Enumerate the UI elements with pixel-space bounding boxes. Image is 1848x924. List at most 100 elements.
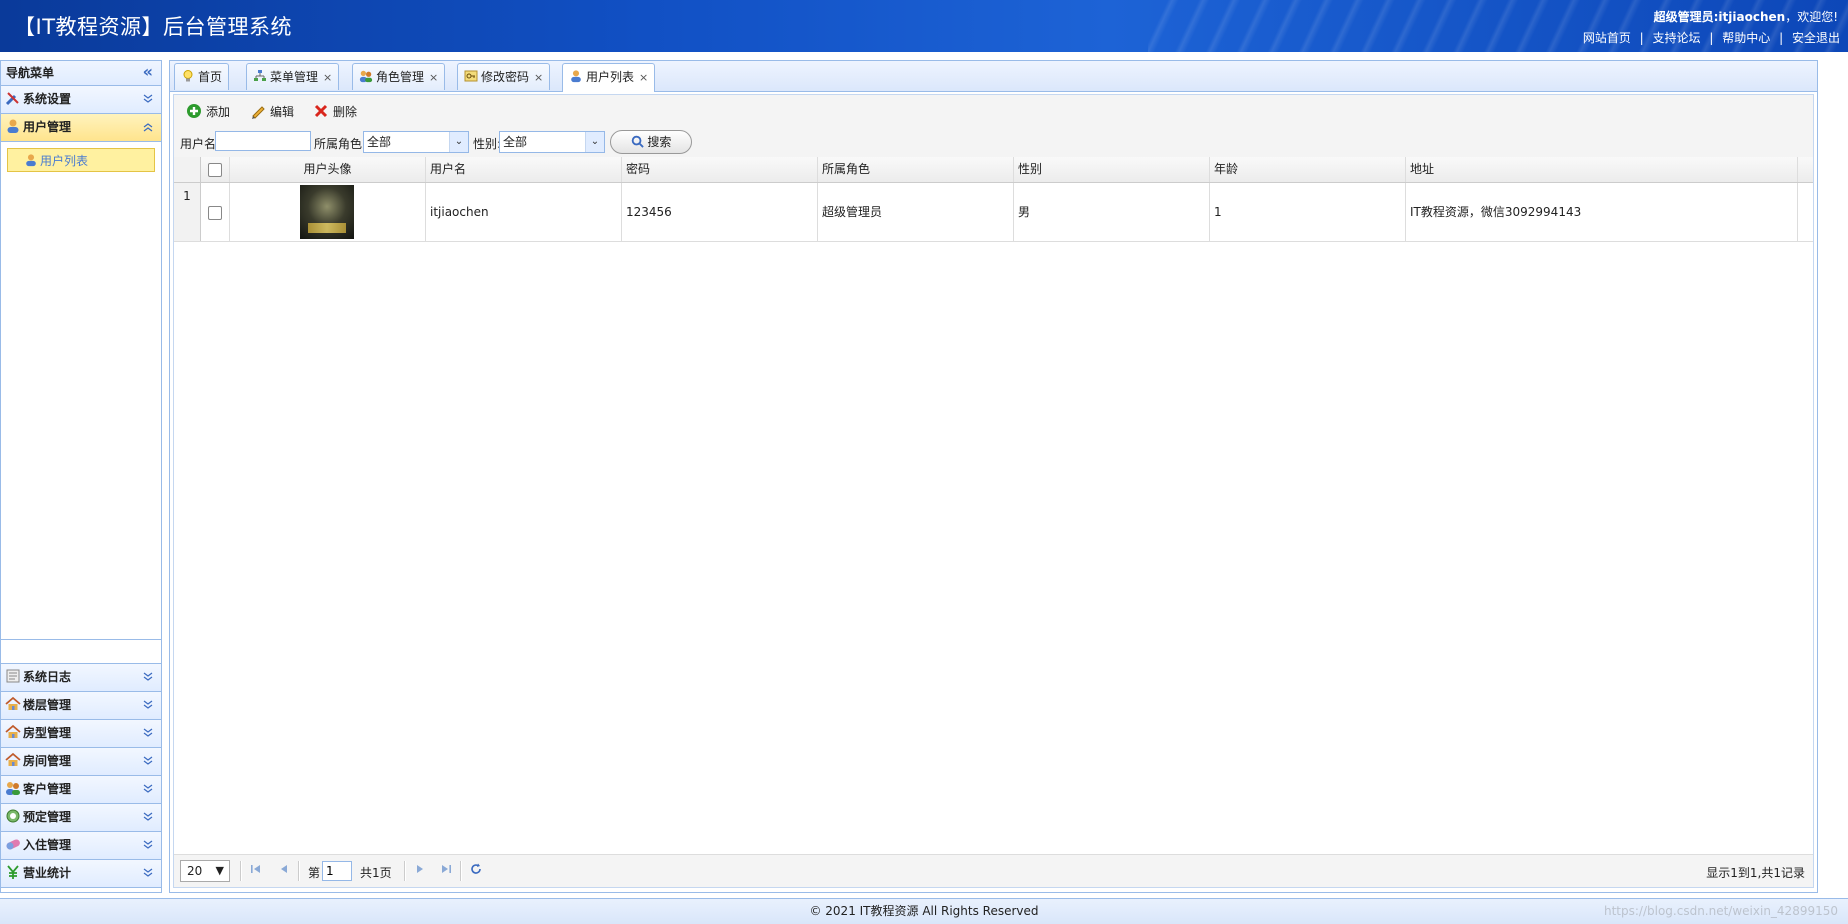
cell-gender: 男 bbox=[1014, 183, 1210, 241]
select-all-cell bbox=[201, 157, 230, 182]
house-icon bbox=[5, 695, 21, 711]
gender-select[interactable]: 全部 ⌄ bbox=[499, 131, 605, 153]
tab-user-list[interactable]: 用户列表 × bbox=[562, 63, 656, 92]
tab-menu-management[interactable]: 菜单管理 × bbox=[246, 63, 340, 90]
clock-icon bbox=[5, 807, 21, 823]
tab-role-management[interactable]: 角色管理 × bbox=[352, 63, 446, 90]
username-search-input[interactable] bbox=[215, 131, 311, 151]
panel-label: 用户管理 bbox=[23, 120, 72, 134]
sidebar-title-label: 导航菜单 bbox=[6, 66, 55, 80]
role-select[interactable]: 全部 ⌄ bbox=[363, 131, 469, 153]
pager-divider bbox=[240, 861, 242, 881]
panel-5[interactable]: 客户管理 bbox=[1, 776, 161, 804]
prev-page-icon[interactable] bbox=[278, 863, 290, 878]
panel-system-settings[interactable]: 系统设置 bbox=[1, 86, 161, 114]
row-checkbox[interactable] bbox=[208, 205, 222, 220]
edit-button-label: 编辑 bbox=[270, 105, 295, 119]
pill-icon bbox=[5, 835, 21, 851]
chevron-down-icon bbox=[143, 804, 153, 832]
avatar bbox=[300, 185, 354, 239]
column-header-avatar[interactable]: 用户头像 bbox=[230, 157, 426, 182]
column-header-username[interactable]: 用户名 bbox=[426, 157, 622, 182]
tab-close-icon[interactable]: × bbox=[534, 71, 543, 84]
footer: © 2021 IT教程资源 All Rights Reserved https:… bbox=[0, 898, 1848, 924]
next-page-icon[interactable] bbox=[414, 863, 426, 878]
tree-icon bbox=[253, 66, 267, 81]
user-list-panel: 添加 编辑 删除 用户名: 所属角色: 全部 ⌄ 性别: 全部 ⌄ 搜索 用户头… bbox=[173, 94, 1814, 888]
users-icon bbox=[5, 779, 21, 795]
tab-close-icon[interactable]: × bbox=[429, 71, 438, 84]
column-header-address[interactable]: 地址 bbox=[1406, 157, 1798, 182]
sidebar-item-label: 用户列表 bbox=[40, 154, 89, 168]
search-icon bbox=[631, 135, 648, 149]
panel-label: 入住管理 bbox=[23, 838, 72, 852]
panel-3[interactable]: 房型管理 bbox=[1, 720, 161, 748]
tab-label: 菜单管理 bbox=[270, 70, 319, 84]
delete-button[interactable]: 删除 bbox=[313, 103, 357, 120]
tab-change-password[interactable]: 修改密码 × bbox=[457, 63, 551, 90]
search-button-label: 搜索 bbox=[647, 135, 672, 149]
panel-2[interactable]: 楼层管理 bbox=[1, 692, 161, 720]
pager-divider bbox=[298, 861, 300, 881]
column-header-age[interactable]: 年龄 bbox=[1210, 157, 1406, 182]
table-row[interactable]: 1 itjiaochen 123456 超级管理员 男 1 IT教程资源，微信3… bbox=[174, 183, 1813, 242]
panel-6[interactable]: 预定管理 bbox=[1, 804, 161, 832]
row-select-cell bbox=[201, 183, 230, 241]
table-header: 用户头像 用户名 密码 所属角色 性别 年龄 地址 bbox=[174, 157, 1813, 183]
cell-username: itjiaochen bbox=[426, 183, 622, 241]
link-support-forum[interactable]: 支持论坛 bbox=[1653, 31, 1701, 45]
user-icon bbox=[5, 117, 21, 133]
tab-home[interactable]: 首页 bbox=[174, 63, 230, 90]
panel-user-management[interactable]: 用户管理 bbox=[1, 114, 161, 142]
column-header-gender[interactable]: 性别 bbox=[1014, 157, 1210, 182]
chevron-down-icon bbox=[143, 748, 153, 776]
select-all-checkbox[interactable] bbox=[208, 162, 222, 177]
panel-4[interactable]: 房间管理 bbox=[1, 748, 161, 776]
search-button[interactable]: 搜索 bbox=[610, 130, 692, 154]
add-button[interactable]: 添加 bbox=[186, 103, 230, 120]
panel-label: 营业统计 bbox=[23, 866, 72, 880]
chevron-down-icon bbox=[143, 776, 153, 804]
copyright-text: © 2021 IT教程资源 All Rights Reserved bbox=[809, 904, 1039, 918]
refresh-icon[interactable] bbox=[470, 863, 482, 878]
chevron-down-icon bbox=[143, 692, 153, 720]
first-page-icon[interactable] bbox=[250, 863, 262, 878]
column-header-role[interactable]: 所属角色 bbox=[818, 157, 1014, 182]
house-icon bbox=[5, 723, 21, 739]
link-help-center[interactable]: 帮助中心 bbox=[1722, 31, 1770, 45]
chevron-down-icon bbox=[143, 720, 153, 748]
panel-label: 楼层管理 bbox=[23, 698, 72, 712]
last-page-icon[interactable] bbox=[440, 863, 452, 878]
link-logout[interactable]: 安全退出 bbox=[1792, 31, 1840, 45]
app-title: 【IT教程资源】后台管理系统 bbox=[14, 15, 293, 39]
user-icon bbox=[569, 66, 583, 83]
page-size-select[interactable]: 20 ▼ bbox=[180, 860, 230, 882]
edit-button[interactable]: 编辑 bbox=[250, 103, 294, 120]
main-area: 首页 菜单管理 × 角色管理 × 修改密码 × 用户列表 × 添加 编辑 删除 … bbox=[169, 60, 1818, 893]
tab-close-icon[interactable]: × bbox=[323, 71, 332, 84]
delete-x-icon bbox=[313, 103, 329, 119]
sidebar-title: 导航菜单 « bbox=[1, 61, 161, 86]
panel-1[interactable]: 系统日志 bbox=[1, 663, 161, 692]
sidebar-nav: 导航菜单 « 系统设置 用户管理 用户列表 系统日志楼层管理房型管理 房间管理 客户… bbox=[0, 60, 162, 893]
page-number-input[interactable] bbox=[322, 861, 352, 881]
welcome-user: 超级管理员:itjiaochen bbox=[1653, 10, 1786, 24]
pager-divider bbox=[460, 861, 462, 881]
column-header-password[interactable]: 密码 bbox=[622, 157, 818, 182]
app-header: 【IT教程资源】后台管理系统 超级管理员:itjiaochen，欢迎您! 网站首… bbox=[0, 0, 1848, 52]
tab-label: 角色管理 bbox=[376, 70, 425, 84]
collapse-sidebar-icon[interactable]: « bbox=[143, 60, 153, 84]
sidebar-item-user-list[interactable]: 用户列表 bbox=[7, 148, 155, 172]
users-icon bbox=[359, 66, 373, 83]
user-icon bbox=[24, 151, 38, 167]
link-site-home[interactable]: 网站首页 bbox=[1583, 31, 1631, 45]
tab-label: 用户列表 bbox=[586, 70, 635, 84]
panel-8[interactable]: 营业统计 bbox=[1, 860, 161, 888]
user-management-items: 用户列表 bbox=[1, 142, 161, 640]
key-icon bbox=[464, 66, 478, 82]
panel-7[interactable]: 入住管理 bbox=[1, 832, 161, 860]
search-bar: 用户名: 所属角色: 全部 ⌄ 性别: 全部 ⌄ 搜索 bbox=[174, 127, 1813, 158]
pagination: 20 ▼ 第 共1页 显示1到1, bbox=[174, 854, 1813, 887]
panel-label: 系统设置 bbox=[23, 92, 72, 106]
tab-close-icon[interactable]: × bbox=[639, 71, 648, 84]
